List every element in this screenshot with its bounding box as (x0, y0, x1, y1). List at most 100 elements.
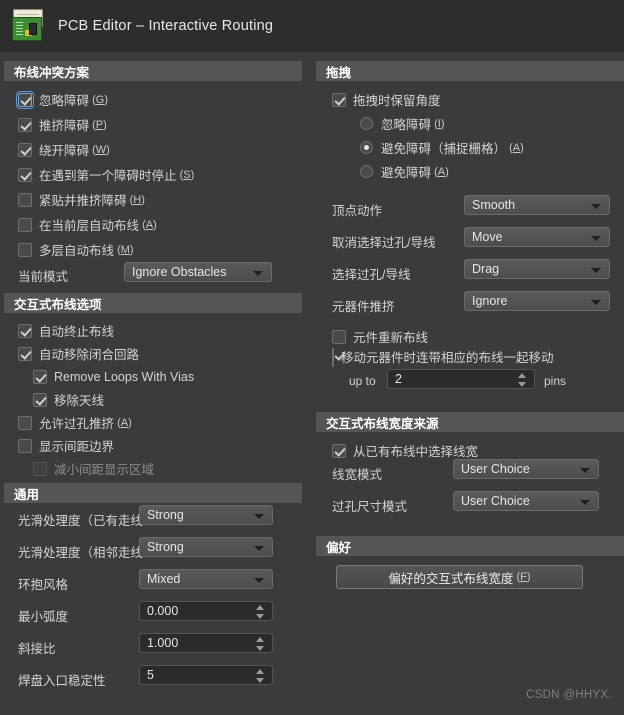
radio-label-suffix: （捕捉栅格） (431, 142, 507, 156)
checkbox-push-obstacles[interactable] (18, 117, 32, 132)
chevron-down-icon (580, 468, 590, 473)
radio-label: 避免障碍 (381, 142, 432, 156)
checkbox-auto-terminate-routing[interactable] (18, 323, 32, 338)
chevron-down-icon (591, 268, 601, 273)
radio-drag-avoid-obstacles[interactable] (360, 165, 373, 178)
section-title: 通用 (14, 487, 40, 502)
checkbox-label: 自动移除闭合回路 (39, 348, 140, 362)
checkbox-row-multilayer-auto-route[interactable]: 多层自动布线 (M) (18, 237, 308, 262)
checkbox-label: 减小间距显示区域 (54, 463, 155, 477)
checkbox-allow-via-pushing[interactable] (18, 415, 32, 430)
radio-row-drag-ignore-obstacles[interactable]: 忽略障碍 (I) (360, 111, 620, 136)
checkbox-row-component-reroute[interactable]: 元件重新布线 (332, 324, 624, 349)
chevron-down-icon (254, 514, 264, 519)
label-pad-entry-stability: 焊盘入口稳定性 (18, 674, 106, 688)
checkbox-walkaround-obstacles[interactable] (18, 142, 32, 157)
checkbox-label: 移除天线 (54, 394, 105, 408)
section-header-preferences: 偏好 (316, 536, 624, 556)
checkbox-label: 允许过孔推挤 (39, 417, 115, 431)
checkbox-row-allow-via-pushing[interactable]: 允许过孔推挤 (A) (18, 410, 308, 435)
spinner-arrows-icon[interactable] (256, 669, 265, 683)
spinner-arrows-icon[interactable] (256, 637, 265, 651)
combo-select-via-wire[interactable]: Drag (464, 259, 610, 279)
checkbox-row-walkaround-obstacles[interactable]: 绕开障碍 (W) (18, 137, 308, 162)
accel-key: (W) (89, 143, 110, 156)
chevron-down-icon (253, 271, 263, 276)
checkbox-multilayer-auto-route[interactable] (18, 242, 32, 257)
checkbox-row-remove-loops-with-vias[interactable]: Remove Loops With Vias (33, 364, 308, 389)
checkbox-remove-loops-with-vias[interactable] (33, 369, 47, 384)
radio-drag-ignore-obstacles[interactable] (360, 117, 373, 130)
combo-vertex-action[interactable]: Smooth (464, 195, 610, 215)
spinner-pad-entry-stability[interactable]: 5 (139, 665, 273, 685)
checkbox-row-ignore-obstacles[interactable]: 忽略障碍 (G) (16, 87, 308, 112)
checkbox-ignore-obstacles[interactable] (16, 90, 34, 109)
spinner-arrows-icon[interactable] (518, 373, 527, 387)
checkbox-show-clearance-boundary[interactable] (18, 438, 32, 453)
checkbox-row-hug-and-push[interactable]: 紧贴并推挤障碍 (H) (18, 187, 308, 212)
combo-smoothing-existing[interactable]: Strong (139, 505, 273, 525)
label-hug-style: 环抱风格 (18, 578, 69, 592)
combo-current-mode[interactable]: Ignore Obstacles (124, 262, 272, 282)
checkbox-row-push-obstacles[interactable]: 推挤障碍 (P) (18, 112, 308, 137)
left-column: 布线冲突方案 忽略障碍 (G) 推挤障碍 (P) 绕开障碍 (W) 在遇到第一个… (0, 52, 312, 715)
section-header-routing-conflict: 布线冲突方案 (4, 61, 302, 81)
radio-row-drag-avoid-obstacles-snap-grid[interactable]: 避免障碍 （捕捉栅格） (A) (360, 135, 620, 160)
section-title: 拖拽 (326, 65, 352, 80)
checkbox-row-stop-at-first-obstacle[interactable]: 在遇到第一个障碍时停止 (S) (18, 162, 308, 187)
accel-key: (A) (114, 416, 132, 429)
checkbox-remove-antennas[interactable] (33, 392, 47, 407)
combo-deselect-via-wire[interactable]: Move (464, 227, 610, 247)
accel-key: (F) (513, 571, 531, 583)
chevron-down-icon (580, 500, 590, 505)
combo-value: Strong (147, 540, 184, 554)
accel-key: (M) (114, 243, 134, 256)
combo-hug-style[interactable]: Mixed (139, 569, 273, 589)
section-header-drag: 拖拽 (316, 61, 624, 81)
chevron-down-icon (591, 204, 601, 209)
checkbox-auto-remove-loops[interactable] (18, 346, 32, 361)
combo-component-pushing[interactable]: Ignore (464, 291, 610, 311)
spinner-miter-ratio[interactable]: 1.000 (139, 633, 273, 653)
combo-value: Mixed (147, 572, 181, 586)
checkbox-stop-at-first-obstacle[interactable] (18, 167, 32, 182)
label-vertex-action: 顶点动作 (332, 204, 383, 218)
spinner-arrows-icon[interactable] (256, 605, 265, 619)
checkbox-row-show-clearance-boundary[interactable]: 显示间距边界 (18, 433, 308, 458)
checkbox-label: 自动终止布线 (39, 325, 115, 339)
chevron-down-icon (591, 300, 601, 305)
label-pins: pins (544, 374, 567, 388)
combo-value: Drag (472, 262, 500, 276)
checkbox-label: 在遇到第一个障碍时停止 (39, 169, 177, 183)
checkbox-preserve-angle-on-drag[interactable] (332, 92, 346, 107)
checkbox-row-auto-remove-loops[interactable]: 自动移除闭合回路 (18, 341, 308, 366)
combo-smoothing-adjacent[interactable]: Strong (139, 537, 273, 557)
checkbox-move-traces-with-component[interactable] (332, 348, 334, 367)
combo-width-mode[interactable]: User Choice (453, 459, 599, 479)
radio-row-drag-avoid-obstacles[interactable]: 避免障碍 (A) (360, 159, 620, 184)
spinner-value: 1.000 (147, 636, 179, 650)
checkbox-label: 忽略障碍 (39, 94, 90, 108)
checkbox-row-auto-terminate-routing[interactable]: 自动终止布线 (18, 318, 308, 343)
radio-drag-avoid-obstacles-snap-grid[interactable] (360, 141, 373, 154)
checkbox-hug-and-push[interactable] (18, 192, 32, 207)
spinner-min-arc[interactable]: 0.000 (139, 601, 273, 621)
checkbox-auto-route-current-layer[interactable] (18, 217, 32, 232)
checkbox-row-remove-antennas[interactable]: 移除天线 (33, 387, 308, 412)
spinner-value: 2 (395, 372, 402, 386)
title-bar: PCB Editor – Interactive Routing (0, 0, 624, 52)
spinner-up-to-pins[interactable]: 2 (387, 369, 535, 389)
checkbox-label: 从已有布线中选择线宽 (353, 445, 479, 459)
label-min-arc: 最小弧度 (18, 610, 69, 624)
checkbox-row-auto-route-current-layer[interactable]: 在当前层自动布线 (A) (18, 212, 308, 237)
favorite-interactive-routing-widths-button[interactable]: 偏好的交互式布线宽度 (F) (336, 565, 583, 589)
combo-via-size-mode[interactable]: User Choice (453, 491, 599, 511)
checkbox-row-preserve-angle-on-drag[interactable]: 拖拽时保留角度 (332, 87, 622, 112)
interactive-routing-dialog: PCB Editor – Interactive Routing 布线冲突方案 … (0, 0, 624, 715)
window-title: PCB Editor – Interactive Routing (58, 18, 274, 34)
checkbox-pick-width-from-existing[interactable] (332, 443, 346, 458)
checkbox-label: 在当前层自动布线 (39, 219, 140, 233)
checkbox-component-reroute[interactable] (332, 329, 346, 344)
label-select-via-wire: 选择过孔/导线 (332, 268, 411, 282)
accel-key: (A) (431, 165, 449, 178)
